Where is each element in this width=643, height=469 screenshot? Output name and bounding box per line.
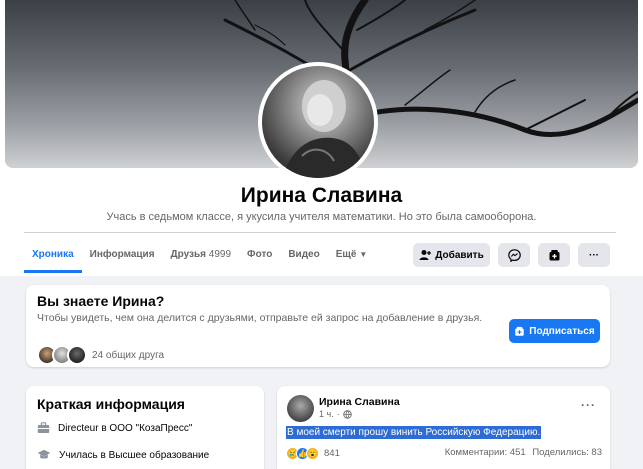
- reactions-count: 841: [324, 448, 340, 459]
- know-person-card: Вы знаете Ирина? Чтобы увидеть, чем она …: [26, 285, 610, 367]
- post-meta: 1 ч. ·: [319, 409, 352, 419]
- post-author-name[interactable]: Ирина Славина: [319, 396, 400, 408]
- tab-timeline[interactable]: Хроника: [24, 240, 82, 273]
- briefcase-icon: [37, 422, 50, 433]
- post-stats: 😢 👍 😮 841 Комментарии: 451 Поделились: 8…: [286, 447, 602, 460]
- education-row: Училась в Высшее образование: [37, 449, 209, 461]
- subscribe-button[interactable]: Подписаться: [509, 319, 600, 343]
- know-description: Чтобы увидеть, чем она делится с друзьям…: [37, 312, 483, 324]
- tab-about[interactable]: Информация: [82, 240, 163, 270]
- mutual-friend-avatar: [67, 345, 87, 365]
- tab-more[interactable]: Ещё ▼: [328, 240, 376, 270]
- header-divider: [24, 232, 616, 233]
- add-friend-button[interactable]: Добавить: [413, 243, 490, 267]
- work-row: Directeur в ООО "КозаПресс": [37, 422, 192, 434]
- tab-label: Фото: [247, 249, 273, 260]
- subscribe-label: Подписаться: [529, 325, 595, 337]
- tab-photos[interactable]: Фото: [239, 240, 280, 270]
- globe-icon: [342, 409, 352, 419]
- tab-label: Видео: [288, 249, 320, 260]
- reactions-summary[interactable]: 😢 👍 😮 841: [286, 447, 340, 460]
- mutual-friends-text: 24 общих друга: [92, 349, 165, 361]
- profile-bio: Учась в седьмом классе, я укусила учител…: [106, 211, 537, 223]
- avatar-photo: [262, 66, 374, 178]
- post-card: Ирина Славина 1 ч. · ··· В моей смерти п…: [277, 386, 610, 469]
- post-options-button[interactable]: ···: [581, 398, 596, 412]
- tab-friends[interactable]: Друзья 4999: [163, 240, 240, 270]
- engagement-counts: Комментарии: 451 Поделились: 83: [441, 447, 602, 460]
- more-icon: ···: [589, 249, 599, 261]
- follow-button[interactable]: [538, 243, 570, 267]
- intro-title: Краткая информация: [37, 396, 185, 412]
- meta-separator: ·: [336, 409, 340, 419]
- mutual-friends[interactable]: 24 общих друга: [37, 345, 164, 365]
- tab-videos[interactable]: Видео: [280, 240, 327, 270]
- messenger-icon: [507, 248, 521, 262]
- profile-header: Ирина Славина Учась в седьмом классе, я …: [0, 0, 643, 276]
- profile-tabs: Хроника Информация Друзья 4999 Фото Виде…: [24, 240, 375, 274]
- tab-label: Друзья: [170, 249, 207, 260]
- work-text[interactable]: Directeur в ООО "КозаПресс": [58, 423, 192, 434]
- education-text[interactable]: Училась в Высшее образование: [59, 450, 209, 461]
- comments-count[interactable]: Комментарии: 451: [445, 447, 526, 458]
- shares-count[interactable]: Поделились: 83: [532, 447, 602, 458]
- friends-count: 4999: [208, 249, 232, 260]
- post-time[interactable]: 1 ч.: [319, 409, 334, 419]
- tab-label: Ещё: [335, 249, 357, 260]
- tab-label: Хроника: [32, 249, 74, 260]
- post-author-avatar[interactable]: [287, 395, 314, 422]
- know-title: Вы знаете Ирина?: [37, 293, 165, 309]
- tab-label: Информация: [89, 249, 155, 260]
- add-friend-label: Добавить: [435, 249, 484, 261]
- message-button[interactable]: [498, 243, 530, 267]
- follow-icon: [515, 326, 525, 336]
- wow-reaction-icon: 😮: [306, 447, 319, 460]
- add-friend-icon: [419, 250, 432, 260]
- profile-name: Ирина Славина: [240, 184, 403, 207]
- profile-avatar[interactable]: [258, 62, 378, 182]
- graduation-cap-icon: [37, 449, 51, 459]
- post-text: В моей смерти прошу винить Российскую Фе…: [286, 426, 542, 439]
- intro-card: Краткая информация Directeur в ООО "Коза…: [26, 386, 264, 469]
- profile-actions: Добавить ···: [413, 243, 610, 267]
- more-options-button[interactable]: ···: [578, 243, 610, 267]
- follow-icon: [549, 249, 559, 260]
- caret-down-icon: ▼: [359, 250, 368, 259]
